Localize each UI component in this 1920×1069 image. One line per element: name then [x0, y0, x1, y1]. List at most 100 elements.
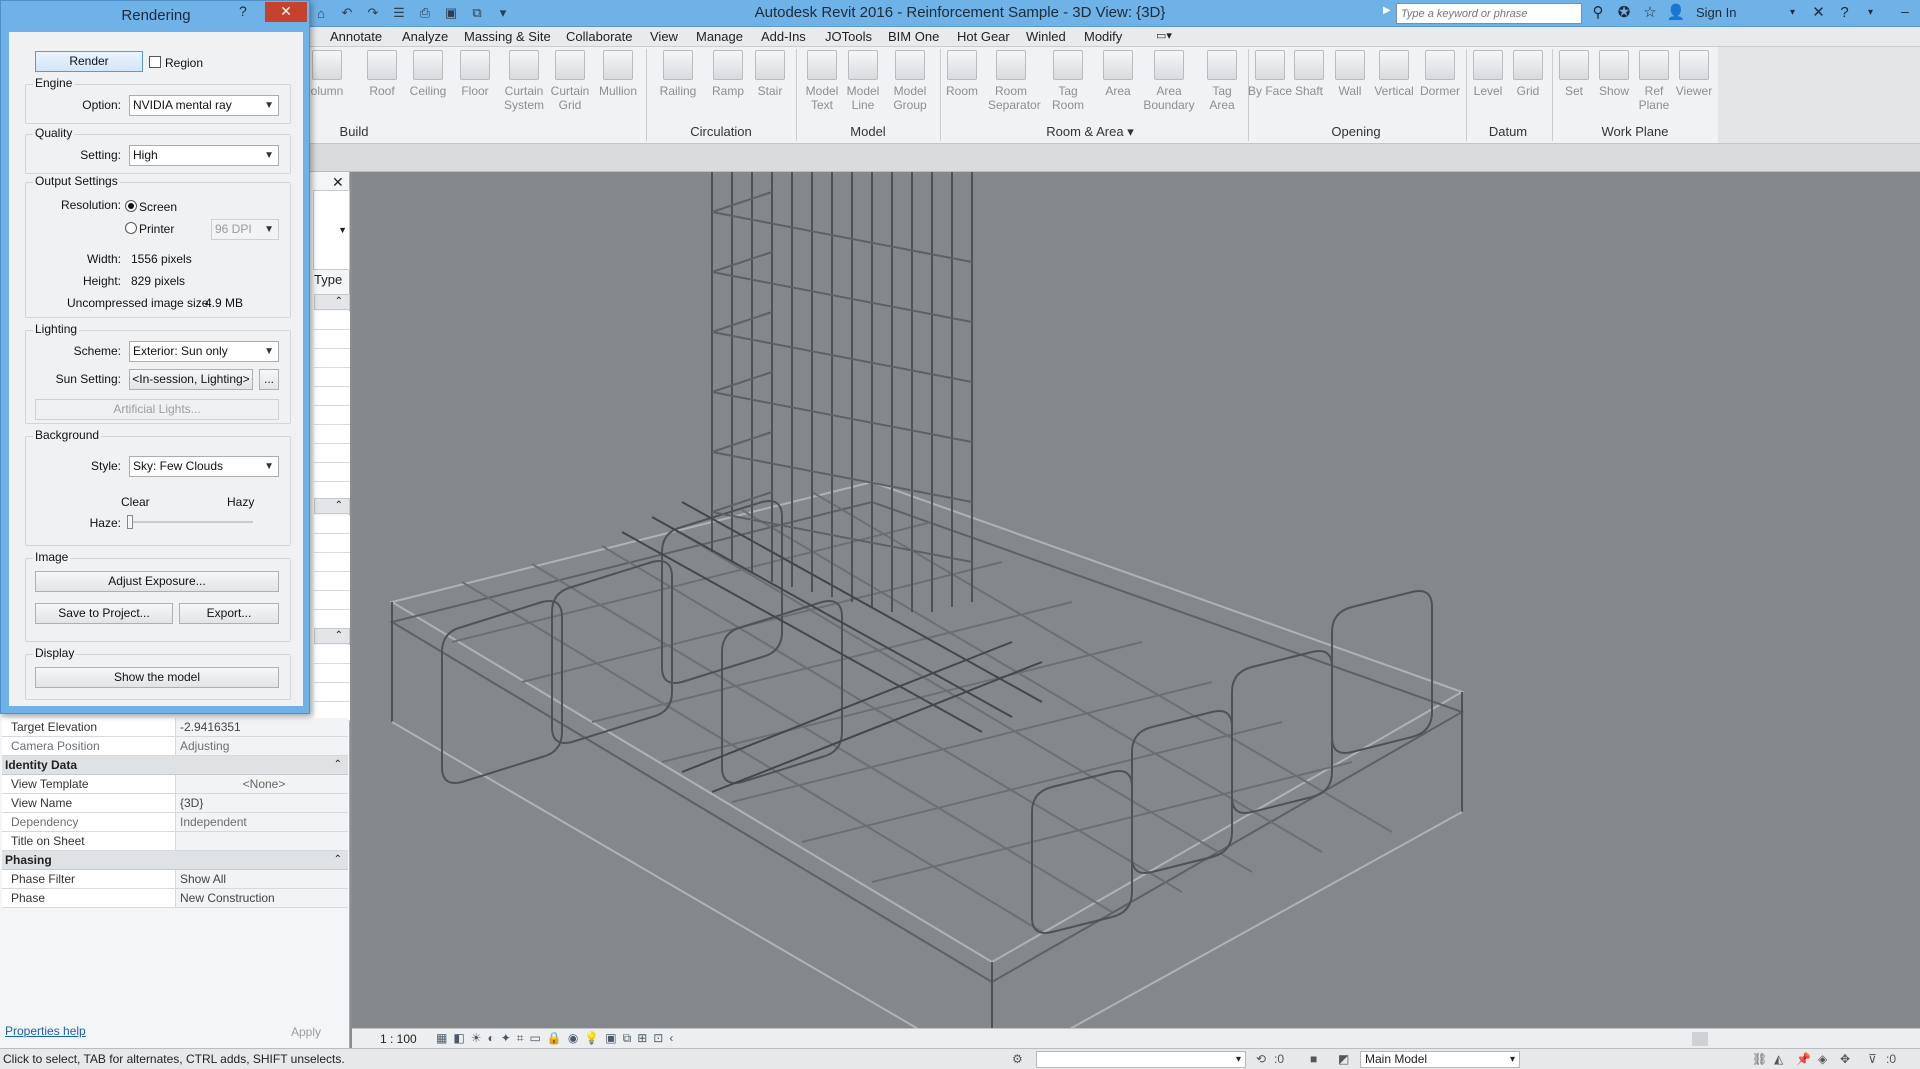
lock-3d-view-icon[interactable]: 🔒: [547, 1031, 562, 1046]
room-button[interactable]: Room: [940, 50, 984, 98]
exchange-apps-icon[interactable]: ✕: [1808, 3, 1828, 21]
property-row[interactable]: [314, 591, 350, 610]
tab-hot-gear[interactable]: Hot Gear: [957, 29, 1010, 44]
type-selector[interactable]: ▼: [313, 190, 350, 270]
editable-only-icon[interactable]: ⟲: [1256, 1052, 1266, 1066]
property-view-template[interactable]: View Template <None>: [2, 775, 348, 794]
region-checkbox[interactable]: [149, 56, 161, 68]
property-row[interactable]: [314, 349, 350, 368]
horizontal-scrollbar-thumb[interactable]: [1692, 1032, 1708, 1046]
search-expand-icon[interactable]: ▶: [1383, 5, 1391, 16]
property-row[interactable]: [314, 645, 350, 664]
level-button[interactable]: Level: [1466, 50, 1510, 98]
railing-button[interactable]: Railing: [656, 50, 700, 98]
collapse-icon[interactable]: ⌃: [334, 756, 342, 774]
tab-add-ins[interactable]: Add-Ins: [761, 29, 806, 44]
binoculars-icon[interactable]: ⚲: [1588, 3, 1608, 21]
select-underlay-icon[interactable]: ◭: [1774, 1052, 1783, 1066]
tab-modify[interactable]: Modify: [1084, 29, 1122, 44]
tag-room-button[interactable]: Tag Room: [1046, 50, 1090, 112]
help-dropdown-icon[interactable]: ▾: [1860, 7, 1880, 18]
adjust-exposure-button[interactable]: Adjust Exposure...: [35, 571, 279, 592]
property-row[interactable]: [314, 664, 350, 683]
ceiling-button[interactable]: Ceiling: [406, 50, 450, 98]
select-links-icon[interactable]: ⛓: [1752, 1052, 1767, 1066]
highlight-displacement-icon[interactable]: ⊞: [637, 1031, 647, 1046]
panel-room-area[interactable]: Room & Area ▾: [1040, 124, 1140, 140]
sun-path-icon[interactable]: ☀: [471, 1031, 482, 1046]
help-icon[interactable]: ?: [239, 3, 247, 19]
tab-bim-one[interactable]: BIM One: [888, 29, 939, 44]
workset-select[interactable]: ▾: [1036, 1051, 1246, 1068]
property-dependency[interactable]: Dependency Independent: [2, 813, 348, 832]
reveal-hidden-icon[interactable]: 💡: [584, 1031, 599, 1046]
view-scale[interactable]: 1 : 100: [380, 1032, 417, 1046]
model-text-button[interactable]: Model Text: [800, 50, 844, 112]
haze-slider-thumb[interactable]: [127, 515, 133, 529]
property-row[interactable]: [314, 534, 350, 553]
reveal-constraints-icon[interactable]: ⊡: [653, 1031, 663, 1046]
help-icon[interactable]: ?: [1834, 4, 1854, 21]
haze-slider-track[interactable]: [129, 521, 253, 523]
tab-massing-site[interactable]: Massing & Site: [464, 29, 551, 44]
tab-collaborate[interactable]: Collaborate: [566, 29, 633, 44]
area-button[interactable]: Area: [1096, 50, 1140, 98]
collapse-icon[interactable]: ⌃: [314, 294, 350, 310]
property-phase[interactable]: Phase New Construction: [2, 889, 348, 908]
dormer-button[interactable]: Dormer: [1418, 50, 1462, 98]
property-row[interactable]: [314, 610, 350, 629]
by-face-button[interactable]: By Face: [1248, 50, 1292, 98]
property-row[interactable]: [314, 368, 350, 387]
tab-winled[interactable]: Winled: [1026, 29, 1066, 44]
ribbon-minimize-icon[interactable]: ▭▾: [1156, 29, 1172, 42]
shadows-icon[interactable]: ◐: [487, 1031, 494, 1046]
design-option-active-icon[interactable]: ◩: [1338, 1052, 1349, 1066]
property-row[interactable]: [314, 553, 350, 572]
tab-annotate[interactable]: Annotate: [330, 29, 382, 44]
grid-button[interactable]: Grid: [1506, 50, 1550, 98]
lighting-scheme-select[interactable]: Exterior: Sun only ▼: [129, 341, 279, 362]
tab-view[interactable]: View: [650, 29, 678, 44]
property-camera-position[interactable]: Camera Position Adjusting: [2, 737, 348, 756]
tab-analyze[interactable]: Analyze: [402, 29, 448, 44]
property-row[interactable]: [314, 406, 350, 425]
design-options-icon[interactable]: ■: [1310, 1052, 1317, 1066]
select-pinned-icon[interactable]: 📌: [1796, 1052, 1811, 1066]
analytical-model-icon[interactable]: ⧉: [623, 1031, 632, 1046]
quality-setting-select[interactable]: High ▼: [129, 145, 279, 166]
room-separator-button[interactable]: Room Separator: [988, 50, 1041, 112]
tab-jotools[interactable]: JOTools: [825, 29, 872, 44]
curtain-grid-button[interactable]: Curtain Grid: [548, 50, 592, 112]
property-row[interactable]: [314, 463, 350, 482]
user-icon[interactable]: 👤: [1666, 3, 1686, 21]
floor-button[interactable]: Floor: [453, 50, 497, 98]
property-phase-filter[interactable]: Phase Filter Show All: [2, 870, 348, 889]
search-input[interactable]: [1396, 3, 1582, 24]
model-group-button[interactable]: Model Group: [888, 50, 932, 112]
3d-viewport[interactable]: [352, 172, 1920, 1028]
collapse-icon[interactable]: ⌃: [314, 498, 350, 514]
worksets-icon[interactable]: ⚙: [1012, 1052, 1023, 1066]
area-boundary-button[interactable]: Area Boundary: [1142, 50, 1196, 112]
property-row[interactable]: [314, 330, 350, 349]
save-to-project-button[interactable]: Save to Project...: [35, 603, 173, 624]
close-button[interactable]: ✕: [265, 2, 307, 22]
sun-setting-more-button[interactable]: ...: [259, 369, 279, 390]
property-row[interactable]: [314, 425, 350, 444]
mullion-button[interactable]: Mullion: [596, 50, 640, 98]
show-crop-icon[interactable]: ▭: [530, 1031, 541, 1046]
render-button[interactable]: Render: [35, 51, 143, 72]
subscription-icon[interactable]: ✪: [1614, 3, 1634, 21]
apply-button[interactable]: Apply: [272, 1022, 340, 1042]
collapse-icon[interactable]: ⌃: [334, 851, 342, 869]
chevron-down-icon[interactable]: ▾: [1782, 7, 1802, 18]
viewer-button[interactable]: Viewer: [1672, 50, 1716, 98]
shaft-button[interactable]: Shaft: [1287, 50, 1331, 98]
show-button[interactable]: Show: [1592, 50, 1636, 98]
property-row[interactable]: [314, 311, 350, 330]
wall-opening-button[interactable]: Wall: [1328, 50, 1372, 98]
curtain-system-button[interactable]: Curtain System: [502, 50, 546, 112]
show-model-button[interactable]: Show the model: [35, 667, 279, 688]
worksharing-icon[interactable]: ▣: [605, 1031, 616, 1046]
design-option-select[interactable]: Main Model ▾: [1360, 1051, 1520, 1068]
